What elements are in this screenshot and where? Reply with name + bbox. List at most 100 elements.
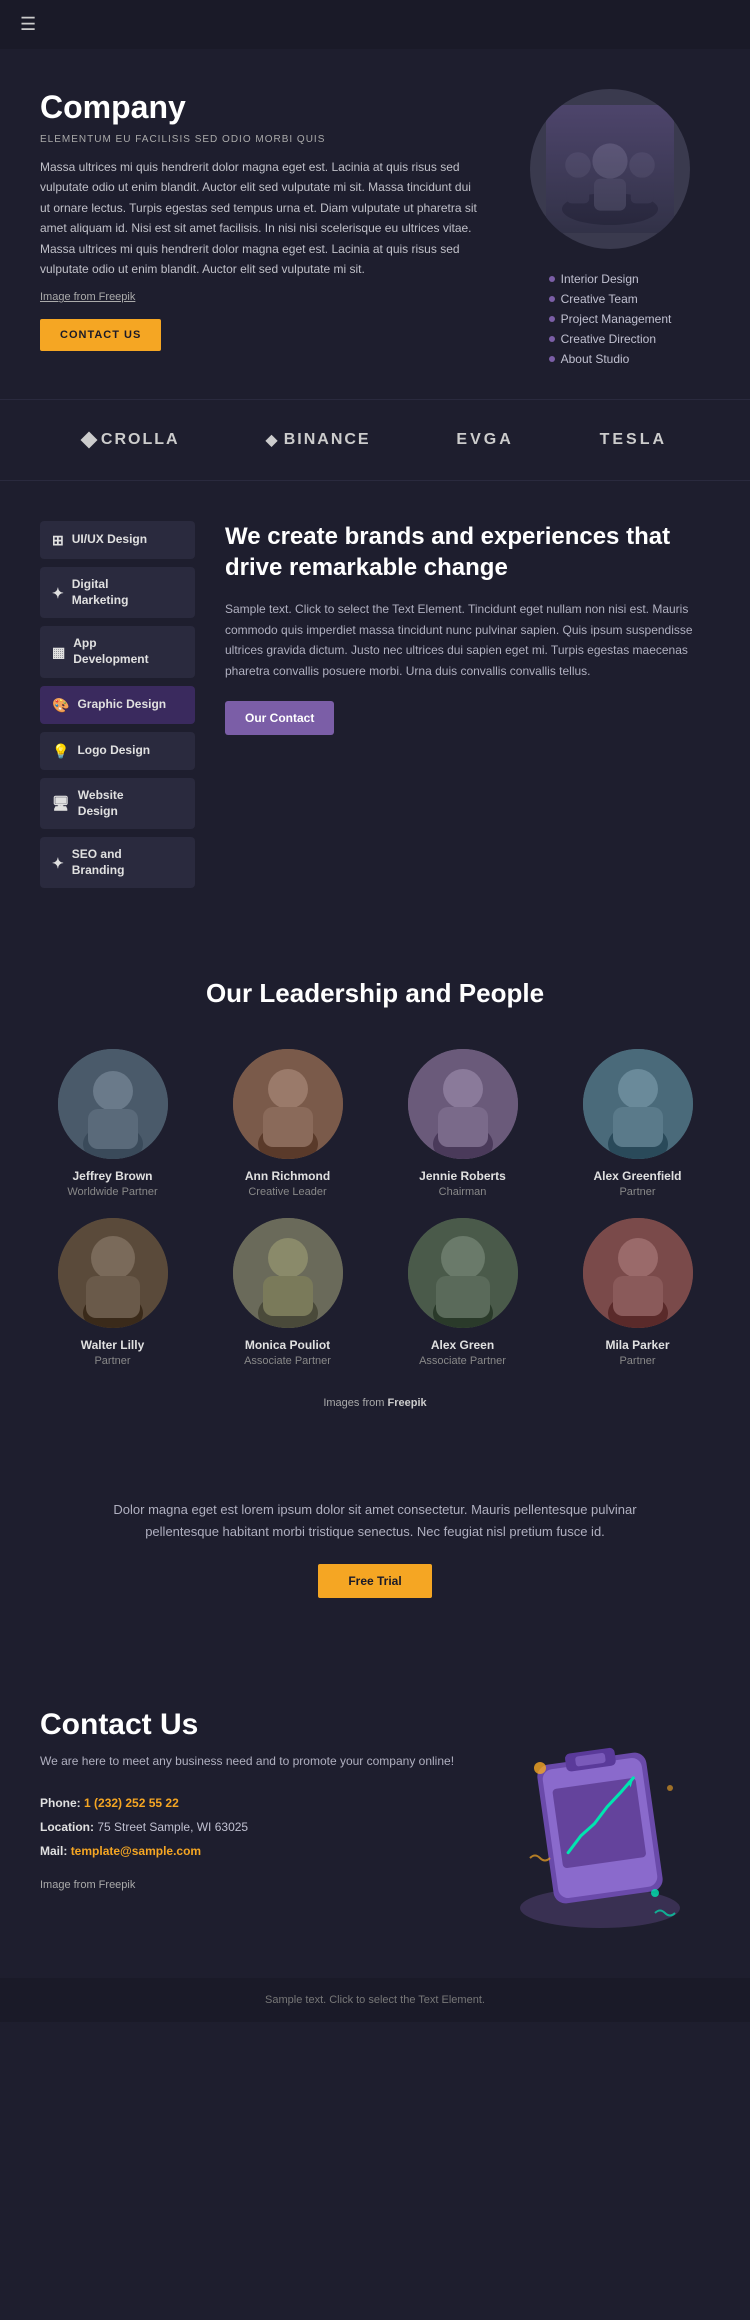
cta-section: Dolor magna eget est lorem ipsum dolor s… bbox=[0, 1439, 750, 1657]
binance-diamond-icon: ◆ bbox=[265, 430, 277, 450]
hero-section: Company ELEMENTUM EU FACILISIS SED ODIO … bbox=[0, 49, 750, 399]
alex-g-name: Alex Greenfield bbox=[593, 1169, 681, 1183]
jennie-photo bbox=[408, 1049, 518, 1159]
hero-image-credit: Image from Freepik bbox=[40, 291, 480, 303]
alex-g-photo bbox=[583, 1049, 693, 1159]
alex-green-role: Associate Partner bbox=[419, 1355, 506, 1367]
jeffrey-photo bbox=[58, 1049, 168, 1159]
team-member-jennie: Jennie Roberts Chairman bbox=[380, 1049, 545, 1198]
contact-title: Contact Us bbox=[40, 1708, 470, 1742]
leadership-title: Our Leadership and People bbox=[30, 978, 720, 1009]
jennie-name: Jennie Roberts bbox=[419, 1169, 506, 1183]
walter-photo bbox=[58, 1218, 168, 1328]
hero-right: Interior Design Creative Team Project Ma… bbox=[510, 89, 710, 369]
our-contact-button[interactable]: Our Contact bbox=[225, 701, 334, 735]
app-icon: ▦ bbox=[52, 643, 65, 661]
cta-text: Dolor magna eget est lorem ipsum dolor s… bbox=[100, 1499, 650, 1543]
leadership-section: Our Leadership and People Jeffrey Brown … bbox=[0, 928, 750, 1439]
contact-chart-illustration bbox=[500, 1708, 700, 1938]
team-member-alex-g: Alex Greenfield Partner bbox=[555, 1049, 720, 1198]
avatar-ann bbox=[233, 1049, 343, 1159]
digital-icon: ✦ bbox=[52, 584, 64, 602]
service-website-button[interactable]: 🖥 WebsiteDesign bbox=[40, 778, 195, 829]
jennie-role: Chairman bbox=[439, 1186, 487, 1198]
ann-photo bbox=[233, 1049, 343, 1159]
logo-binance: ◆ BINANCE bbox=[265, 430, 370, 450]
walter-name: Walter Lilly bbox=[81, 1338, 145, 1352]
free-trial-button[interactable]: Free Trial bbox=[318, 1564, 431, 1598]
walter-role: Partner bbox=[94, 1355, 130, 1367]
website-icon: 🖥 bbox=[52, 794, 70, 812]
monica-name: Monica Pouliot bbox=[245, 1338, 330, 1352]
avatar-jennie bbox=[408, 1049, 518, 1159]
alex-green-name: Alex Green bbox=[431, 1338, 494, 1352]
nav-item-interior[interactable]: Interior Design bbox=[549, 269, 672, 289]
team-member-jeffrey: Jeffrey Brown Worldwide Partner bbox=[30, 1049, 195, 1198]
services-body: Sample text. Click to select the Text El… bbox=[225, 599, 710, 681]
logo-tesla: TESLA bbox=[600, 431, 667, 449]
hero-photo-svg bbox=[546, 105, 674, 233]
avatar-walter bbox=[58, 1218, 168, 1328]
nav-bar: ☰ bbox=[0, 0, 750, 49]
team-member-monica: Monica Pouliot Associate Partner bbox=[205, 1218, 370, 1367]
service-graphic-button[interactable]: 🎨 Graphic Design bbox=[40, 686, 195, 724]
logo-crolla: CROLLA bbox=[83, 431, 180, 449]
avatar-monica bbox=[233, 1218, 343, 1328]
team-grid: Jeffrey Brown Worldwide Partner Ann Rich… bbox=[30, 1049, 720, 1367]
graphic-design-label: Graphic Design bbox=[77, 697, 166, 713]
ann-role: Creative Leader bbox=[248, 1186, 326, 1198]
alex-g-role: Partner bbox=[619, 1186, 655, 1198]
hero-left: Company ELEMENTUM EU FACILISIS SED ODIO … bbox=[40, 89, 480, 351]
avatar-mila bbox=[583, 1218, 693, 1328]
seo-icon: ✦ bbox=[52, 854, 64, 872]
service-seo-button[interactable]: ✦ SEO andBranding bbox=[40, 837, 195, 888]
nav-item-direction[interactable]: Creative Direction bbox=[549, 329, 672, 349]
team-member-ann: Ann Richmond Creative Leader bbox=[205, 1049, 370, 1198]
logos-section: CROLLA ◆ BINANCE EVGA TESLA bbox=[0, 399, 750, 481]
hero-nav-list: Interior Design Creative Team Project Ma… bbox=[549, 269, 672, 369]
avatar-alex-g bbox=[583, 1049, 693, 1159]
footer: Sample text. Click to select the Text El… bbox=[0, 1978, 750, 2022]
footer-text: Sample text. Click to select the Text El… bbox=[40, 1994, 710, 2006]
contact-location-row: Location: 75 Street Sample, WI 63025 bbox=[40, 1815, 470, 1839]
monica-role: Associate Partner bbox=[244, 1355, 331, 1367]
services-list: ⊞ UI/UX Design ✦ DigitalMarketing ▦ AppD… bbox=[40, 521, 195, 888]
service-digital-button[interactable]: ✦ DigitalMarketing bbox=[40, 567, 195, 618]
hero-image bbox=[530, 89, 690, 249]
images-credit: Images from Freepik bbox=[30, 1397, 720, 1409]
hamburger-icon[interactable]: ☰ bbox=[20, 14, 36, 35]
hero-title: Company bbox=[40, 89, 480, 126]
avatar-jeffrey bbox=[58, 1049, 168, 1159]
monica-photo bbox=[233, 1218, 343, 1328]
contact-section: Contact Us We are here to meet any busin… bbox=[0, 1658, 750, 1978]
services-section: ⊞ UI/UX Design ✦ DigitalMarketing ▦ AppD… bbox=[0, 481, 750, 928]
seo-label: SEO andBranding bbox=[72, 847, 125, 878]
mila-photo bbox=[583, 1218, 693, 1328]
jeffrey-name: Jeffrey Brown bbox=[72, 1169, 152, 1183]
team-member-alex-green: Alex Green Associate Partner bbox=[380, 1218, 545, 1367]
hero-body: Massa ultrices mi quis hendrerit dolor m… bbox=[40, 157, 480, 279]
avatar-alex-green bbox=[408, 1218, 518, 1328]
service-uiux-button[interactable]: ⊞ UI/UX Design bbox=[40, 521, 195, 559]
ann-name: Ann Richmond bbox=[245, 1169, 330, 1183]
service-app-button[interactable]: ▦ AppDevelopment bbox=[40, 626, 195, 677]
jeffrey-role: Worldwide Partner bbox=[67, 1186, 157, 1198]
nav-item-about[interactable]: About Studio bbox=[549, 349, 672, 369]
mila-role: Partner bbox=[619, 1355, 655, 1367]
nav-item-creative[interactable]: Creative Team bbox=[549, 289, 672, 309]
team-member-walter: Walter Lilly Partner bbox=[30, 1218, 195, 1367]
graphic-icon: 🎨 bbox=[52, 696, 69, 714]
contact-mail-row: Mail: template@sample.com bbox=[40, 1839, 470, 1863]
crolla-diamond-icon bbox=[80, 432, 97, 449]
contact-subtitle: We are here to meet any business need an… bbox=[40, 1752, 470, 1771]
contact-us-button[interactable]: CONTACT US bbox=[40, 319, 161, 351]
contact-right bbox=[490, 1708, 710, 1938]
services-description: We create brands and experiences that dr… bbox=[225, 521, 710, 735]
service-logo-button[interactable]: 💡 Logo Design bbox=[40, 732, 195, 770]
hero-subtitle: ELEMENTUM EU FACILISIS SED ODIO MORBI QU… bbox=[40, 134, 480, 145]
contact-image-credit: Image from Freepik bbox=[40, 1879, 470, 1891]
nav-item-project[interactable]: Project Management bbox=[549, 309, 672, 329]
logo-icon: 💡 bbox=[52, 742, 69, 760]
contact-info: Phone: 1 (232) 252 55 22 Location: 75 St… bbox=[40, 1791, 470, 1863]
logo-evga: EVGA bbox=[456, 431, 513, 449]
